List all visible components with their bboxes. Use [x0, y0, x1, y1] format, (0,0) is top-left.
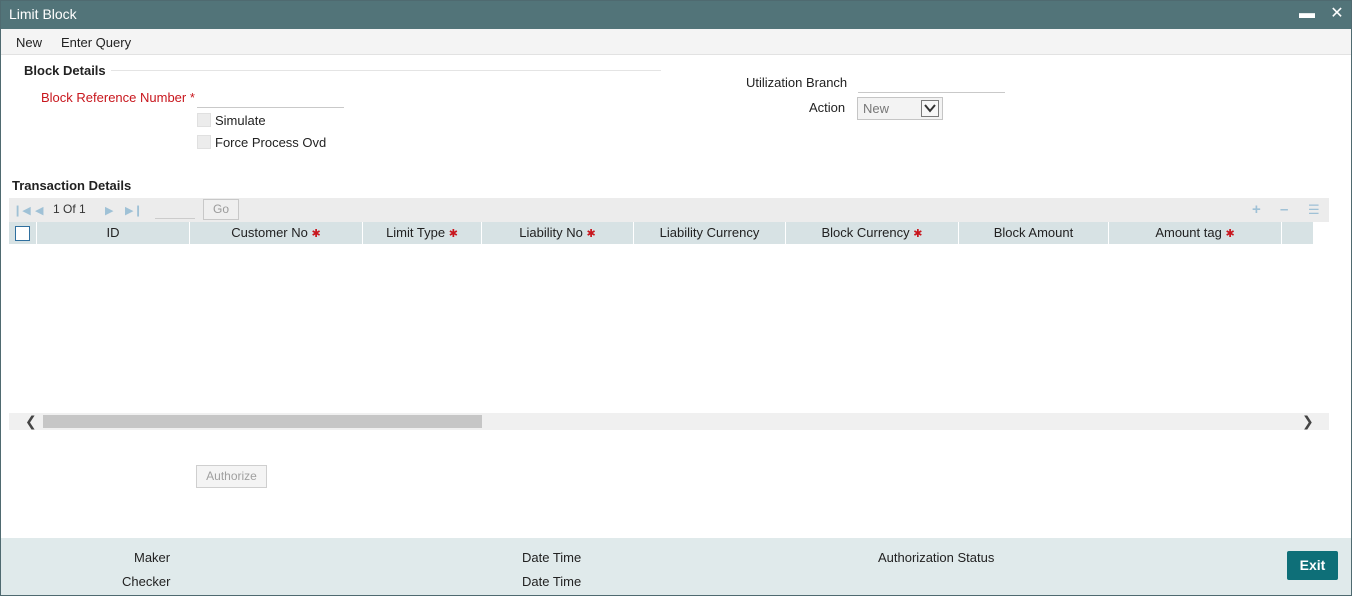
block-reference-number-label: Block Reference Number *: [41, 90, 195, 105]
footer-bar: Maker Checker Date Time Date Time Author…: [1, 538, 1351, 595]
limit-block-window: Limit Block ▬ ✕ New Enter Query Block De…: [0, 0, 1352, 596]
section-divider: [111, 70, 661, 71]
transaction-details-title: Transaction Details: [12, 178, 132, 193]
chevron-left-icon[interactable]: ❮: [25, 413, 37, 430]
horizontal-scrollbar[interactable]: ❮ ❯: [9, 413, 1329, 430]
action-select-value: New: [863, 101, 890, 116]
add-row-icon[interactable]: +: [1252, 201, 1261, 218]
column-header-liability-no[interactable]: Liability No ✱: [482, 222, 634, 244]
force-process-ovd-label: Force Process Ovd: [215, 135, 327, 150]
select-all-checkbox[interactable]: [15, 226, 30, 241]
menu-enter-query[interactable]: Enter Query: [61, 35, 131, 50]
single-view-icon[interactable]: ☰: [1308, 202, 1320, 218]
exit-button[interactable]: Exit: [1287, 551, 1338, 580]
next-page-icon[interactable]: ▶: [105, 204, 113, 217]
go-button[interactable]: Go: [203, 199, 239, 220]
force-process-ovd-checkbox[interactable]: [197, 135, 211, 149]
column-header-limit-type[interactable]: Limit Type ✱: [363, 222, 482, 244]
column-header-amount-tag[interactable]: Amount tag ✱: [1109, 222, 1282, 244]
utilization-branch-field[interactable]: [860, 75, 1004, 91]
chevron-right-icon[interactable]: ❯: [1302, 413, 1314, 430]
simulate-label: Simulate: [215, 113, 266, 128]
simulate-checkbox[interactable]: [197, 113, 211, 127]
grid-toolbar: ❙◀ ◀ 1 Of 1 ▶ ▶❙ Go + – ☰: [9, 198, 1329, 222]
menu-bar: New Enter Query: [1, 29, 1351, 55]
authorize-button[interactable]: Authorize: [196, 465, 267, 488]
utilization-branch-label: Utilization Branch: [746, 75, 848, 90]
last-page-icon[interactable]: ▶❙: [125, 204, 143, 217]
action-label: Action: [809, 100, 846, 115]
grid-header: ID Customer No ✱ Limit Type ✱ Liability …: [9, 222, 1313, 244]
column-header-customer-no[interactable]: Customer No ✱: [190, 222, 363, 244]
menu-new[interactable]: New: [16, 35, 42, 50]
column-header-liability-currency[interactable]: Liability Currency: [634, 222, 786, 244]
first-page-icon[interactable]: ❙◀: [13, 204, 31, 217]
checker-date-time-label: Date Time: [522, 574, 582, 589]
scrollbar-thumb[interactable]: [43, 415, 482, 428]
window-title: Limit Block: [9, 6, 77, 22]
delete-row-icon[interactable]: –: [1280, 201, 1288, 218]
pager-text: 1 Of 1: [53, 202, 86, 216]
column-header-extra: [1282, 222, 1313, 244]
select-all-column: [9, 222, 37, 244]
block-details-title: Block Details: [24, 63, 106, 78]
block-reference-number-field[interactable]: [199, 90, 343, 106]
maker-date-time-label: Date Time: [522, 550, 582, 565]
title-bar: Limit Block ▬ ✕: [1, 1, 1351, 29]
block-reference-number-underline: [197, 107, 344, 108]
utilization-branch-underline: [858, 92, 1005, 93]
column-header-block-currency[interactable]: Block Currency ✱: [786, 222, 959, 244]
minimize-icon[interactable]: ▬: [1298, 5, 1316, 23]
authorization-status-label: Authorization Status: [878, 550, 995, 565]
column-header-block-amount[interactable]: Block Amount: [959, 222, 1109, 244]
column-header-id[interactable]: ID: [37, 222, 190, 244]
action-select[interactable]: New: [857, 97, 943, 120]
page-number-input[interactable]: [155, 201, 195, 219]
previous-page-icon[interactable]: ◀: [35, 204, 43, 217]
chevron-down-icon[interactable]: [921, 100, 939, 117]
close-icon[interactable]: ✕: [1328, 5, 1346, 23]
maker-label: Maker: [134, 550, 171, 565]
grid-body: [9, 244, 1329, 413]
checker-label: Checker: [122, 574, 171, 589]
